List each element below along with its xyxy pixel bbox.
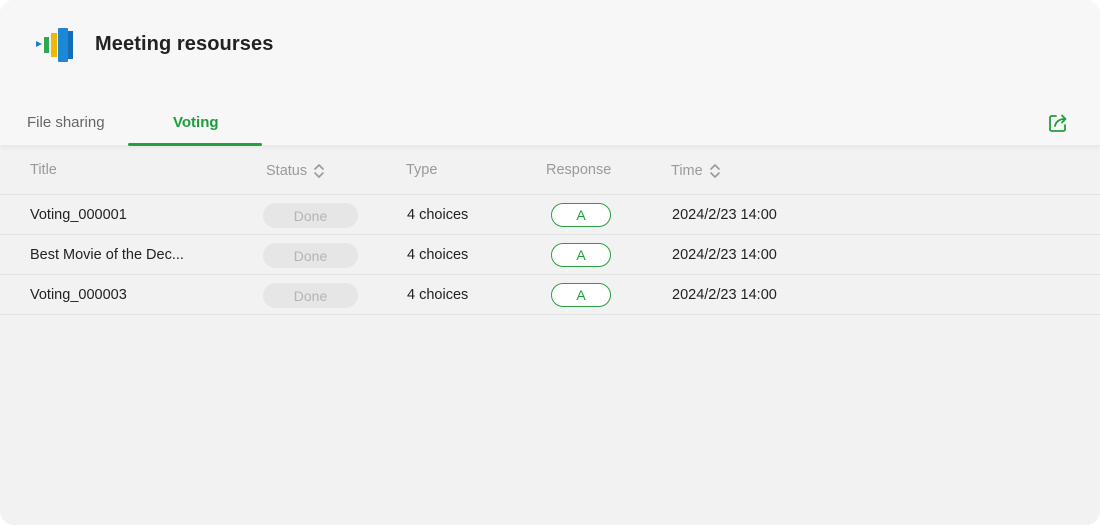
vote-title: Best Movie of the Dec... (30, 247, 184, 263)
meeting-resources-window: Meeting resourses File sharing Voting Ti… (0, 0, 1100, 525)
active-tab-indicator (128, 143, 262, 146)
status-badge: Done (263, 203, 358, 228)
vote-type: 4 choices (407, 247, 469, 263)
column-header-response: Response (546, 162, 611, 178)
header: Meeting resourses File sharing Voting (0, 0, 1100, 146)
tab-file-sharing[interactable]: File sharing (27, 114, 105, 131)
column-header-status-label: Status (266, 163, 308, 179)
vote-title: Voting_000003 (30, 287, 127, 303)
status-badge: Done (263, 283, 358, 308)
column-header-title: Title (30, 162, 57, 178)
column-header-title-label: Title (30, 162, 57, 178)
column-header-status[interactable]: Status (266, 162, 325, 180)
response-button[interactable]: A (551, 283, 611, 307)
vote-title: Voting_000001 (30, 207, 127, 223)
column-header-type: Type (406, 162, 437, 178)
column-header-response-label: Response (546, 162, 612, 178)
sort-updown-icon[interactable] (709, 162, 721, 180)
response-button[interactable]: A (551, 203, 611, 227)
response-button[interactable]: A (551, 243, 611, 267)
export-share-icon[interactable] (1046, 111, 1070, 135)
vote-type: 4 choices (407, 207, 469, 223)
vote-time: 2024/2/23 14:00 (672, 207, 777, 223)
column-header-type-label: Type (406, 162, 438, 178)
divider (0, 314, 1100, 315)
status-badge: Done (263, 243, 358, 268)
page-title: Meeting resourses (95, 33, 274, 55)
tab-voting[interactable]: Voting (173, 114, 219, 131)
sort-updown-icon[interactable] (313, 162, 325, 180)
vote-time: 2024/2/23 14:00 (672, 287, 777, 303)
vote-type: 4 choices (407, 287, 469, 303)
table-row[interactable]: Voting_000003 Done 4 choices A 2024/2/23… (0, 275, 1100, 315)
vote-time: 2024/2/23 14:00 (672, 247, 777, 263)
meeting-logo-icon (36, 28, 73, 62)
table-row[interactable]: Voting_000001 Done 4 choices A 2024/2/23… (0, 195, 1100, 235)
column-header-time-label: Time (671, 163, 703, 179)
table-row[interactable]: Best Movie of the Dec... Done 4 choices … (0, 235, 1100, 275)
column-header-time[interactable]: Time (671, 162, 721, 180)
